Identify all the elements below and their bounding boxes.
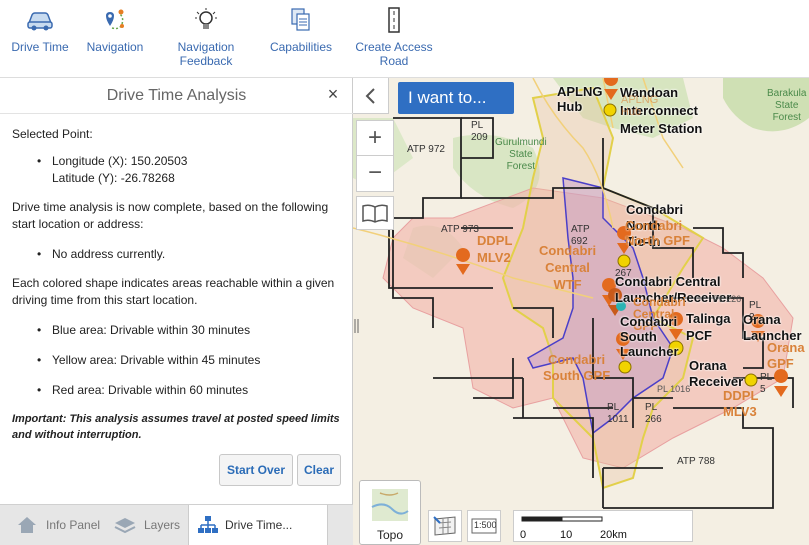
i-want-to-button[interactable]: I want to... — [398, 82, 514, 114]
map-label-condabri-central-wtf: Condabri Central WTF — [539, 243, 597, 292]
clear-button[interactable]: Clear — [297, 454, 341, 486]
map-label-barakula: Barakula State Forest — [767, 88, 807, 123]
scale-label-20: 20km — [600, 529, 627, 541]
address-item: No address currently. — [12, 246, 342, 263]
panel-resize-handle[interactable] — [353, 316, 361, 336]
hierarchy-icon — [198, 516, 218, 533]
map-grid-icon — [433, 516, 456, 536]
road-icon — [388, 7, 400, 33]
collapse-panel-button[interactable] — [353, 78, 389, 114]
car-icon — [27, 12, 53, 31]
scale-label-0: 0 — [520, 529, 527, 541]
map-label-pl2: PL 2 — [749, 300, 762, 323]
tab-info-panel-label: Info Panel — [46, 518, 101, 532]
map-label-pl209: PL 209 — [471, 120, 488, 143]
panel-title: Drive Time Analysis — [106, 87, 247, 104]
map-label-aplng-hub: APLNG Hub — [557, 84, 603, 114]
map-view[interactable]: APLNG Hub Wandoan Interconnect Meter Sta… — [353, 78, 809, 545]
create-access-road-label: Create Access Road — [355, 40, 433, 68]
documents-icon — [291, 8, 310, 31]
chevron-left-icon — [365, 88, 375, 104]
map-label-atp973: ATP 973 — [441, 224, 479, 235]
complete-message: Drive time analysis is now complete, bas… — [12, 200, 329, 231]
map-label-aplng-hub-2: APLNG Hub — [621, 94, 659, 118]
yellow-area-item: Yellow area: Drivable within 45 minutes — [12, 352, 342, 369]
scale-label-10: 10 — [560, 529, 573, 541]
map-label-ddpl-mlv3: DDPL MLV3 — [723, 388, 759, 419]
map-label-atp972: ATP 972 — [407, 144, 445, 155]
drive-time-tool[interactable]: Drive Time — [8, 6, 72, 54]
close-icon[interactable]: × — [323, 84, 343, 106]
start-over-button[interactable]: Start Over — [219, 454, 293, 486]
zoom-out-button[interactable]: − — [357, 156, 393, 191]
topo-label: Topo — [376, 528, 404, 542]
grip-icon — [354, 319, 359, 333]
book-icon — [362, 204, 388, 223]
tab-layers-label: Layers — [144, 518, 181, 532]
map-label-orana-receiver: Orana Receiver — [689, 358, 744, 389]
route-pin-icon — [106, 9, 124, 30]
lightbulb-icon — [195, 8, 217, 29]
navigation-label: Navigation — [86, 40, 144, 54]
navigation-feedback-label: Navigation Feedback — [177, 40, 235, 68]
tab-info-panel[interactable]: Info Panel — [16, 505, 112, 545]
tab-drive-time-label: Drive Time... — [225, 518, 293, 532]
drive-time-panel: Drive Time Analysis × Selected Point: Lo… — [0, 78, 353, 545]
map-label-pl1011: PL 1011 — [607, 402, 629, 425]
blue-area-item: Blue area: Drivable within 30 minutes — [12, 322, 342, 339]
navigation-feedback-tool[interactable]: Navigation Feedback — [168, 6, 244, 68]
longitude-value: Longitude (X): 150.20503 — [52, 154, 188, 168]
scale-bar: 0 10 20km — [513, 510, 693, 542]
red-area-item: Red area: Drivable within 60 minutes — [12, 382, 342, 399]
latitude-value: Latitude (Y): -26.78268 — [52, 171, 175, 185]
bottom-tabs: Info Panel Layers Drive Time... — [0, 504, 353, 545]
scale-button-label: 1:500 — [474, 520, 497, 530]
map-label-condabri-south-gpf: Condabri South GPF — [543, 352, 611, 383]
coordinates-button[interactable] — [428, 510, 462, 542]
bookmarks-button[interactable] — [356, 196, 394, 230]
map-label-orana-gpf: Orana GPF — [767, 340, 805, 371]
panel-body: Selected Point: Longitude (X): 150.20503… — [12, 126, 342, 443]
map-label-pl266: PL 266 — [645, 402, 662, 425]
map-label-condabri-south-launcher: Condabri South Launcher — [620, 314, 679, 359]
map-label-talinga-pcf: Talinga PCF — [686, 311, 731, 343]
create-access-road-tool[interactable]: Create Access Road — [352, 6, 436, 68]
coordinates-item: Longitude (X): 150.20503 Latitude (Y): -… — [12, 153, 342, 187]
map-label-pl5: PL 5 — [760, 372, 773, 395]
map-label-condabri-north-gpf: Condabri North GPF — [625, 218, 690, 248]
shapes-message: Each colored shape indicates areas reach… — [12, 276, 335, 307]
tab-layers[interactable]: Layers — [114, 505, 188, 545]
tab-drive-time[interactable]: Drive Time... — [188, 505, 328, 545]
basemap-topo-button[interactable]: Topo — [359, 480, 421, 545]
toolbar: Drive Time Navigation Navigation Feedbac… — [0, 0, 809, 78]
selected-point-heading: Selected Point: — [12, 127, 93, 141]
panel-header: Drive Time Analysis × — [0, 78, 353, 114]
important-note: Important: This analysis assumes travel … — [12, 413, 340, 441]
capabilities-tool[interactable]: Capabilities — [264, 6, 338, 54]
map-label-gurulmundi: Gurulmundi State Forest — [495, 137, 547, 172]
map-label-ddpl-mlv2: DDPL MLV2 — [477, 233, 513, 265]
layers-icon — [114, 518, 136, 534]
drive-time-label: Drive Time — [11, 40, 69, 54]
scale-button[interactable]: 1:500 — [467, 510, 501, 542]
map-label-atp788: ATP 788 — [677, 456, 715, 467]
navigation-tool[interactable]: Navigation — [82, 6, 148, 54]
topo-map-icon — [371, 489, 409, 521]
map-label-pl1016: PL 1016 — [657, 384, 691, 394]
map-label-pl226: PL 226 — [713, 294, 742, 304]
capabilities-label: Capabilities — [269, 40, 333, 54]
home-icon — [18, 517, 36, 533]
scale-bar-graphic — [521, 516, 603, 522]
zoom-control: + − — [356, 120, 394, 192]
zoom-in-button[interactable]: + — [357, 121, 393, 156]
